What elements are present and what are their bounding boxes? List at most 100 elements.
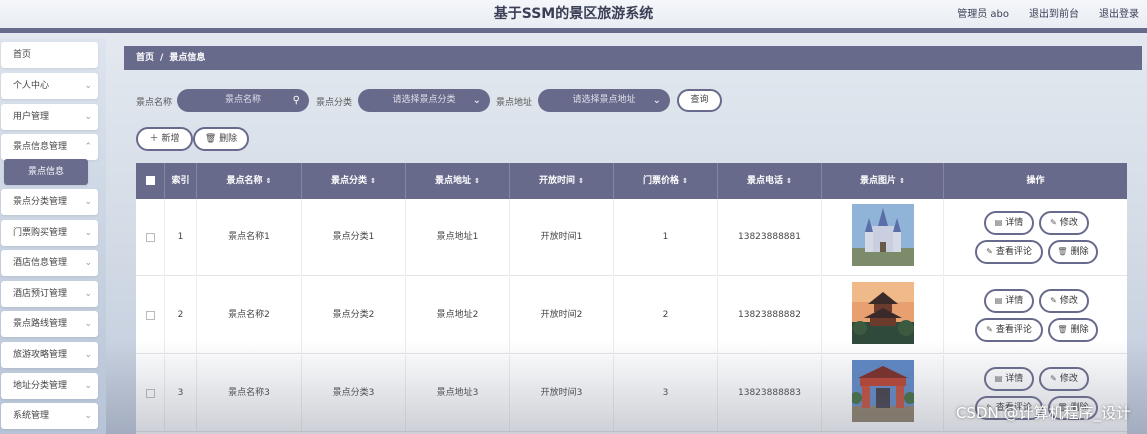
scenic-table: 索引 景点名称 ⇕ 景点分类 ⇕ 景点地址 ⇕ 开放时间 ⇕ 门票价格 ⇕ 景点电话 ⇕ 景… [136, 163, 1127, 434]
row-checkbox[interactable] [146, 311, 155, 320]
sidebar-item-category-management[interactable]: 景点分类管理 ⌄ [1, 189, 98, 215]
sidebar-item-profile[interactable]: 个人中心 ⌄ [1, 73, 98, 99]
address-select[interactable]: 请选择景点地址 ⌄ [538, 89, 670, 112]
sidebar-item-label: 酒店信息管理 [13, 258, 68, 268]
chevron-down-icon: ⌄ [84, 350, 92, 360]
edit-button-label: 修改 [1059, 296, 1078, 306]
sidebar-item-ticket-management[interactable]: 门票购买管理 ⌄ [1, 220, 98, 246]
sidebar-item-users[interactable]: 用户管理 ⌄ [1, 104, 98, 130]
cell-address: 景点地址3 [406, 355, 510, 432]
column-actions: 操作 [1026, 176, 1045, 186]
breadcrumb-home[interactable]: 首页 [136, 53, 154, 63]
pagoda-thumbnail[interactable] [852, 282, 914, 344]
sidebar-subitem-scenic-info[interactable]: 景点信息 [4, 159, 88, 185]
name-search-placeholder: 景点名称 [224, 95, 261, 105]
sidebar-item-label: 用户管理 [13, 112, 50, 122]
column-phone[interactable]: 景点电话 ⇕ [718, 163, 822, 199]
chevron-down-icon: ⌄ [84, 319, 92, 329]
user-label: 管理员 abo [957, 9, 1009, 20]
detail-button[interactable]: ▤ 详情 [984, 289, 1034, 313]
column-address[interactable]: 景点地址 ⇕ [406, 163, 510, 199]
gate-thumbnail[interactable] [852, 360, 914, 422]
column-index: 索引 [165, 163, 197, 199]
column-category[interactable]: 景点分类 ⇕ [302, 163, 406, 199]
cell-index: 3 [165, 355, 197, 432]
delete-button[interactable]: 🗑 删除 [1048, 318, 1098, 342]
edit-button[interactable]: ✎ 修改 [1039, 367, 1089, 391]
sidebar-item-hotel-booking[interactable]: 酒店预订管理 ⌄ [1, 281, 98, 307]
delete-button-label: 删除 [1070, 247, 1089, 257]
name-filter-label: 景点名称 [136, 98, 173, 108]
sidebar-item-home[interactable]: 首页 [1, 42, 98, 68]
sidebar-item-system[interactable]: 系统管理 ⌄ [1, 403, 98, 429]
sidebar-item-scenic-management[interactable]: 景点信息管理 ⌃ [1, 134, 98, 160]
sidebar-item-label: 系统管理 [13, 411, 50, 421]
column-image[interactable]: 景点图片 ⇕ [822, 163, 944, 199]
row-checkbox[interactable] [146, 389, 155, 398]
sidebar-item-label: 旅游攻略管理 [13, 350, 68, 360]
batch-delete-button[interactable]: 🗑 删除 [193, 127, 249, 151]
cell-image [822, 355, 944, 432]
row-checkbox[interactable] [146, 233, 155, 242]
sidebar-item-address-category[interactable]: 地址分类管理 ⌄ [1, 373, 98, 399]
edit-button[interactable]: ✎ 修改 [1039, 289, 1089, 313]
sidebar: 首页 个人中心 ⌄ 用户管理 ⌄ 景点信息管理 ⌃ 景点信息 景点分类管理 ⌄ 门票购买… [0, 38, 106, 434]
sort-icon: ⇕ [370, 177, 376, 185]
edit-button-label: 修改 [1059, 374, 1078, 384]
app-header: 基于SSM的景区旅游系统 管理员 abo 退出到前台 退出登录 [0, 0, 1147, 28]
column-label: 景点名称 [226, 176, 263, 186]
delete-button[interactable]: 🗑 删除 [1048, 240, 1098, 264]
row-select-cell [136, 277, 165, 354]
edit-button[interactable]: ✎ 修改 [1039, 211, 1089, 235]
view-comments-button[interactable]: ✎ 查看评论 [975, 318, 1043, 342]
detail-button[interactable]: ▤ 详情 [984, 211, 1034, 235]
column-open-time[interactable]: 开放时间 ⇕ [510, 163, 614, 199]
chevron-down-icon: ⌄ [472, 95, 481, 106]
sidebar-item-label: 景点信息管理 [13, 142, 68, 152]
sort-icon: ⇕ [899, 177, 905, 185]
detail-button[interactable]: ▤ 详情 [984, 367, 1034, 391]
cell-address: 景点地址2 [406, 277, 510, 354]
chevron-down-icon: ⌄ [84, 411, 92, 421]
chevron-down-icon: ⌄ [84, 197, 92, 207]
breadcrumb: 首页 / 景点信息 [124, 46, 1142, 70]
exit-to-front-link[interactable]: 退出到前台 [1029, 5, 1079, 20]
sidebar-item-hotel-info[interactable]: 酒店信息管理 ⌄ [1, 250, 98, 276]
address-select-placeholder: 请选择景点地址 [572, 95, 636, 105]
sidebar-item-label: 酒店预订管理 [13, 289, 68, 299]
logout-link[interactable]: 退出登录 [1099, 5, 1139, 20]
sidebar-item-guide-management[interactable]: 旅游攻略管理 ⌄ [1, 342, 98, 368]
cell-price: 2 [614, 277, 718, 354]
castle-thumbnail[interactable] [852, 204, 914, 266]
sidebar-item-route-management[interactable]: 景点路线管理 ⌄ [1, 311, 98, 337]
chevron-down-icon: ⌄ [84, 228, 92, 238]
view-comments-button[interactable]: ✎ 查看评论 [975, 240, 1043, 264]
cell-name: 景点名称1 [197, 199, 302, 276]
document-icon: ▤ [994, 374, 1003, 383]
pencil-icon: ✎ [986, 247, 993, 256]
add-button-label: 新增 [161, 134, 180, 144]
select-all-checkbox[interactable] [146, 176, 155, 185]
name-search-input[interactable]: 景点名称 ⚲ [177, 89, 309, 112]
header-divider [0, 28, 1147, 33]
column-price[interactable]: 门票价格 ⇕ [614, 163, 718, 199]
sidebar-item-label: 首页 [13, 50, 32, 60]
sidebar-item-label: 景点路线管理 [13, 319, 68, 329]
column-label: 开放时间 [539, 176, 576, 186]
cell-category: 景点分类3 [302, 355, 406, 432]
cell-phone: 13823888883 [718, 355, 822, 432]
category-select[interactable]: 请选择景点分类 ⌄ [358, 89, 490, 112]
detail-button-label: 详情 [1005, 296, 1024, 306]
column-label: 景点电话 [747, 176, 784, 186]
chevron-down-icon: ⌄ [84, 258, 92, 268]
column-label: 门票价格 [643, 176, 680, 186]
column-name[interactable]: 景点名称 ⇕ [197, 163, 302, 199]
cell-category: 景点分类1 [302, 199, 406, 276]
add-button[interactable]: ＋ 新增 [136, 127, 193, 151]
header-links: 管理员 abo 退出到前台 退出登录 [957, 5, 1139, 20]
address-filter-label: 景点地址 [496, 98, 533, 108]
query-button[interactable]: 查询 [677, 89, 722, 112]
select-all-cell [136, 163, 165, 199]
cell-index: 2 [165, 277, 197, 354]
column-label: 景点地址 [435, 176, 472, 186]
